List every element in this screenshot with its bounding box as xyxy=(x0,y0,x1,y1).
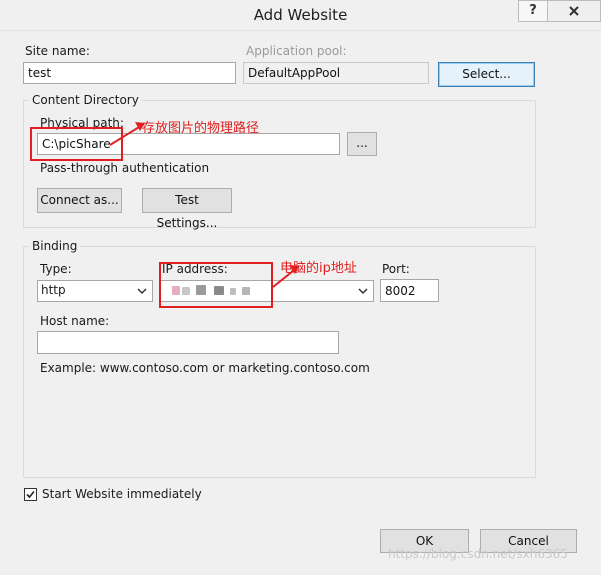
ip-highlight-box xyxy=(159,262,273,308)
binding-title: Binding xyxy=(29,239,81,253)
ip-annotation: 电脑的ip地址 xyxy=(280,261,357,276)
host-name-label: Host name: xyxy=(40,314,110,328)
host-name-input[interactable] xyxy=(37,331,339,354)
type-label: Type: xyxy=(40,262,72,276)
port-input[interactable] xyxy=(380,279,439,302)
test-settings-button[interactable]: Test Settings... xyxy=(142,188,232,230)
port-label: Port: xyxy=(382,262,410,276)
chevron-down-icon xyxy=(358,288,368,295)
start-website-label: Start Website immediately xyxy=(42,487,202,501)
app-pool-label: Application pool: xyxy=(246,44,347,58)
pass-through-label: Pass-through authentication xyxy=(40,161,210,175)
help-button[interactable]: ? xyxy=(518,0,548,22)
close-button[interactable] xyxy=(547,0,601,22)
checkmark-icon xyxy=(26,490,35,499)
start-website-checkbox[interactable] xyxy=(24,488,37,501)
site-name-input[interactable] xyxy=(23,62,236,84)
close-icon xyxy=(569,6,579,16)
watermark-text: https://blog.csdn.net/sxh6365 xyxy=(388,547,568,561)
app-pool-input xyxy=(243,62,429,84)
type-select[interactable]: http xyxy=(37,280,153,302)
path-annotation: 存放图片的物理路径 xyxy=(142,121,260,136)
type-select-value: http xyxy=(41,283,66,297)
window-title: Add Website xyxy=(253,6,348,24)
connect-as-button[interactable]: Connect as... xyxy=(37,188,122,213)
select-pool-button[interactable]: Select... xyxy=(438,62,535,87)
content-directory-title: Content Directory xyxy=(29,93,142,107)
chevron-down-icon xyxy=(137,288,147,295)
site-name-label: Site name: xyxy=(25,44,90,58)
help-icon: ? xyxy=(529,3,537,18)
host-example-text: Example: www.contoso.com or marketing.co… xyxy=(40,361,370,375)
browse-button[interactable]: ... xyxy=(347,132,377,156)
